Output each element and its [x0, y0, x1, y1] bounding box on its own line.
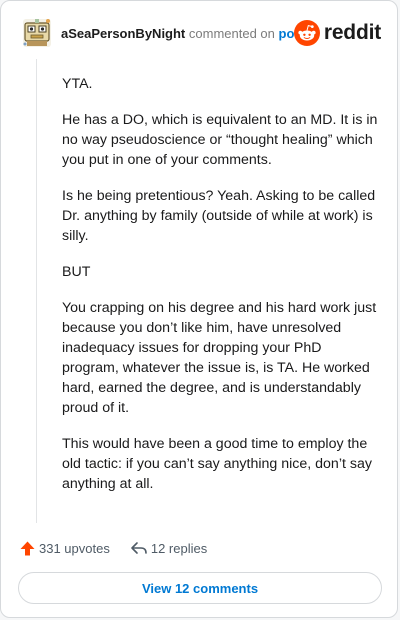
upvote-arrow-icon[interactable]	[19, 540, 36, 557]
comment-card: aSeaPersonByNight commented on post redd…	[0, 0, 398, 618]
comment-paragraph: This would have been a good time to empl…	[62, 436, 372, 492]
comment-paragraph: BUT	[62, 264, 91, 280]
reddit-wordmark: reddit	[323, 21, 381, 44]
reply-arrow-icon[interactable]	[130, 540, 148, 556]
action-text: commented on	[188, 26, 275, 41]
comment-stats: 331 upvotes 12 replies	[19, 538, 207, 558]
reddit-logo: reddit	[293, 20, 381, 46]
username[interactable]: aSeaPersonByNight	[61, 26, 185, 41]
user-avatar[interactable]	[21, 17, 53, 49]
upvote-stat[interactable]: 331 upvotes	[19, 540, 110, 557]
comment-paragraph: YTA.	[62, 76, 93, 92]
comment-body: YTA. He has a DO, which is equivalent to…	[62, 74, 378, 510]
upvote-count: 331 upvotes	[39, 540, 110, 556]
view-comments-button[interactable]: View 12 comments	[18, 572, 382, 604]
avatar-robot-icon	[23, 19, 51, 47]
comment-paragraph: Is he being pretentious? Yeah. Asking to…	[62, 188, 376, 244]
comment-paragraph: You crapping on his degree and his hard …	[62, 300, 377, 416]
replies-stat[interactable]: 12 replies	[130, 540, 207, 556]
comment-header: aSeaPersonByNight commented on post	[61, 26, 306, 41]
comment-paragraph: He has a DO, which is equivalent to an M…	[62, 112, 378, 168]
thread-line[interactable]	[36, 59, 37, 523]
reply-count: 12 replies	[150, 540, 208, 556]
reddit-snoo-icon	[293, 20, 320, 46]
